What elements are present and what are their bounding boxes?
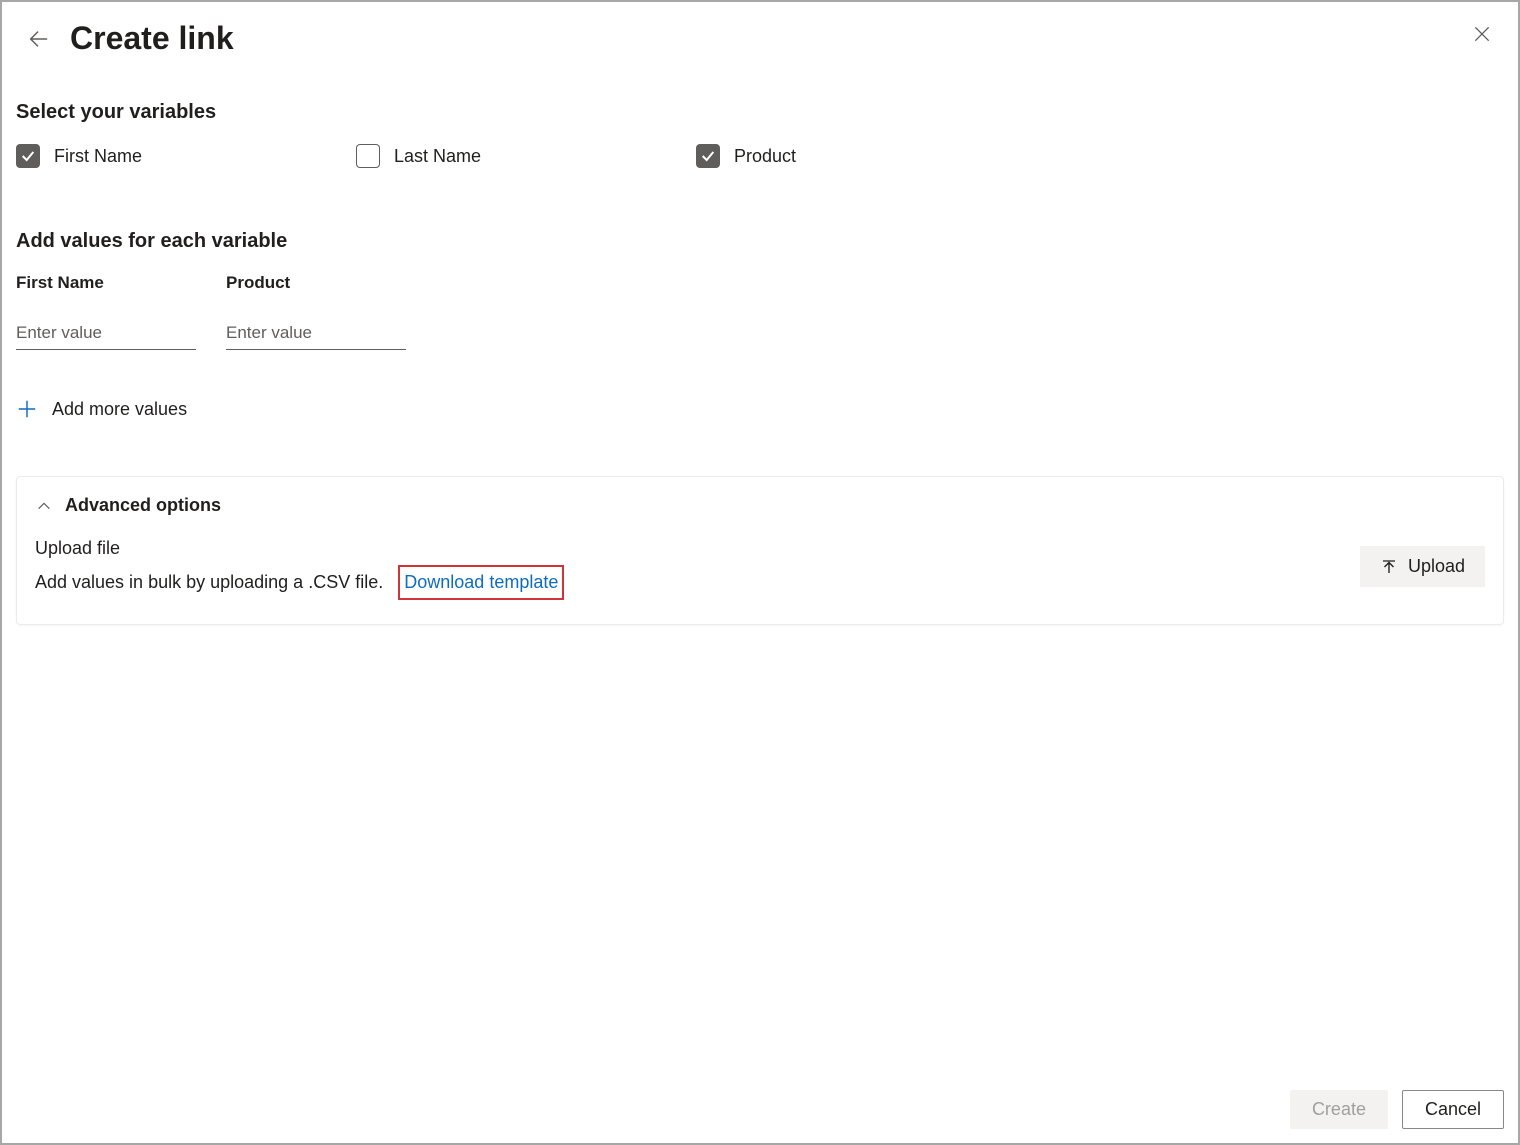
panel-footer: Create Cancel [2,1076,1518,1143]
variable-item-first-name: First Name [16,144,356,168]
value-column-first-name: First Name [16,273,196,350]
arrow-left-icon [27,28,49,50]
select-variables-heading: Select your variables [16,101,1504,124]
value-input-product[interactable] [226,315,406,350]
value-column-product: Product [226,273,406,350]
variable-label: First Name [54,146,142,167]
values-grid: First Name Product [16,273,1504,350]
advanced-text: Upload file Add values in bulk by upload… [35,534,564,600]
advanced-options-card: Advanced options Upload file Add values … [16,476,1504,625]
value-column-header: First Name [16,273,196,293]
upload-file-description-row: Add values in bulk by uploading a .CSV f… [35,565,564,600]
close-icon [1472,24,1492,44]
create-button: Create [1290,1090,1388,1129]
create-link-panel: Create link Select your variables First … [0,0,1520,1145]
checkbox-first-name[interactable] [16,144,40,168]
checkbox-product[interactable] [696,144,720,168]
upload-file-label: Upload file [35,534,564,563]
variable-label: Last Name [394,146,481,167]
value-column-header: Product [226,273,406,293]
download-template-highlight: Download template [398,565,564,600]
cancel-button[interactable]: Cancel [1402,1090,1504,1129]
upload-file-description: Add values in bulk by uploading a .CSV f… [35,572,383,592]
add-more-label: Add more values [52,399,187,420]
checkbox-last-name[interactable] [356,144,380,168]
add-values-heading: Add values for each variable [16,230,1504,253]
variable-item-last-name: Last Name [356,144,696,168]
checkmark-icon [700,148,716,164]
panel-title: Create link [70,20,234,57]
chevron-up-icon [35,497,53,515]
upload-button-label: Upload [1408,556,1465,577]
add-more-values-button[interactable]: Add more values [16,398,1504,420]
variable-item-product: Product [696,144,1036,168]
variables-row: First Name Last Name Product [16,144,1504,168]
back-button[interactable] [20,21,56,57]
upload-icon [1380,558,1398,576]
download-template-link[interactable]: Download template [404,572,558,592]
upload-button[interactable]: Upload [1360,546,1485,587]
value-input-first-name[interactable] [16,315,196,350]
plus-icon [16,398,38,420]
advanced-options-toggle[interactable]: Advanced options [35,495,1485,516]
variable-label: Product [734,146,796,167]
panel-header: Create link [2,2,1518,65]
advanced-options-body: Upload file Add values in bulk by upload… [35,534,1485,600]
close-button[interactable] [1464,16,1500,52]
panel-content: Select your variables First Name Last Na… [2,65,1518,1076]
advanced-options-heading: Advanced options [65,495,221,516]
checkmark-icon [20,148,36,164]
